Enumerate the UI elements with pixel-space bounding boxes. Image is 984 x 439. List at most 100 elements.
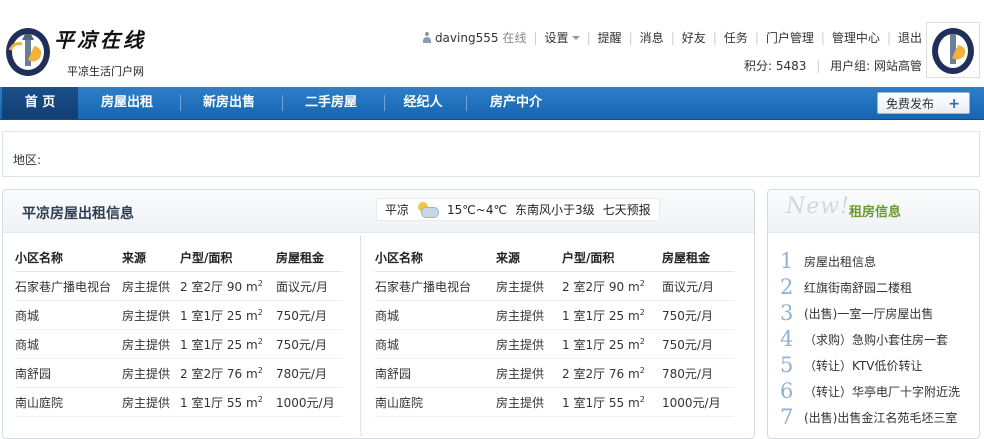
list-item-number: 7	[780, 405, 794, 429]
credits-link[interactable]: 积分: 5483	[744, 59, 806, 73]
nav-second-hand[interactable]: 二手房屋	[286, 87, 376, 119]
rent-cell: 1000元/月	[662, 387, 734, 417]
source-cell: 房主提供	[496, 300, 562, 330]
layout-cell-text: 1 室1厅 55 m	[562, 395, 640, 410]
admin-center-link[interactable]: 管理中心	[832, 29, 880, 46]
rent-cell-text: 1000元/月	[276, 395, 335, 410]
table-row[interactable]: 南山庭院 房主提供 1 室1厅 55 m2 1000元/月	[375, 387, 734, 417]
community-cell-text: 南山庭院	[15, 395, 64, 410]
community-cell[interactable]: 商城	[15, 300, 122, 330]
list-item[interactable]: 2 红旗街南舒园二楼租	[780, 272, 960, 298]
list-item-number: 6	[780, 379, 794, 403]
community-cell-text: 石家巷广播电视台	[375, 279, 472, 294]
source-cell-text: 房主提供	[496, 395, 545, 410]
nav-agency[interactable]: 房产中介	[470, 87, 562, 119]
table-row[interactable]: 南山庭院 房主提供 1 室1厅 55 m2 1000元/月	[15, 387, 342, 417]
list-item[interactable]: 3 (出售)一室一厅房屋出售	[780, 298, 960, 324]
plus-icon: +	[948, 96, 960, 112]
community-cell[interactable]: 南山庭院	[15, 387, 122, 417]
friends-link[interactable]: 好友	[682, 29, 706, 46]
nav-divider	[466, 95, 467, 111]
free-publish-button[interactable]: 免费发布 +	[877, 92, 970, 114]
area-unit-sup: 2	[639, 278, 645, 288]
table-row[interactable]: 南舒园 房主提供 2 室2厅 76 m2 780元/月	[15, 358, 342, 388]
community-cell[interactable]: 商城	[375, 329, 496, 359]
rent-cell-text: 750元/月	[662, 337, 713, 352]
table-row[interactable]: 商城 房主提供 1 室1厅 25 m2 750元/月	[15, 329, 342, 359]
list-item[interactable]: 5 （转让）KTV低价转让	[780, 350, 960, 376]
table-row[interactable]: 石家巷广播电视台 房主提供 2 室2厅 90 m2 面议元/月	[375, 271, 734, 301]
region-filter: 地区:	[2, 131, 980, 177]
layout-cell-text: 1 室1厅 25 m	[180, 337, 258, 352]
nav-rent[interactable]: 房屋出租	[82, 87, 172, 119]
list-item-link[interactable]: （转让）KTV低价转让	[804, 357, 922, 376]
layout-cell: 1 室1厅 25 m2	[562, 329, 662, 359]
source-cell: 房主提供	[496, 387, 562, 417]
area-unit-sup: 2	[257, 307, 263, 317]
tasks-link[interactable]: 任务	[724, 29, 748, 46]
settings-link[interactable]: 设置	[545, 29, 569, 46]
col-rent: 房屋租金	[662, 243, 734, 272]
rent-cell: 780元/月	[276, 358, 342, 388]
rent-cell: 面议元/月	[276, 271, 342, 301]
separator: |	[670, 30, 675, 45]
list-item[interactable]: 4 （求购）急购小套住房一套	[780, 324, 960, 350]
rent-cell-text: 780元/月	[276, 366, 327, 381]
reminder-link[interactable]: 提醒	[598, 29, 622, 46]
area-unit-sup: 2	[257, 394, 263, 404]
username-link[interactable]: daving555	[435, 31, 499, 45]
list-item[interactable]: 1 房屋出租信息	[780, 246, 960, 272]
rental-news-panel: New! 租房信息 1 房屋出租信息 2 红旗街南舒园二楼租 3 (出售)一室一厅房屋出售…	[767, 189, 980, 439]
rental-table-left: 小区名称 来源 户型/面积 房屋租金 石家巷广播电视台 房主提供 2 室2厅 90 …	[15, 243, 342, 417]
community-cell[interactable]: 南舒园	[375, 358, 496, 388]
forecast-link[interactable]: 七天预报	[603, 201, 651, 218]
source-cell: 房主提供	[496, 271, 562, 301]
separator: |	[712, 30, 717, 45]
list-item[interactable]: 6 （转让）华亭电厂十字附近洗	[780, 376, 960, 402]
user-icon	[422, 32, 432, 43]
rent-cell-text: 面议元/月	[662, 279, 715, 294]
side-title[interactable]: 租房信息	[849, 201, 901, 220]
rent-cell-text: 750元/月	[276, 308, 327, 323]
area-unit-sup: 2	[639, 365, 645, 375]
community-cell[interactable]: 石家巷广播电视台	[15, 271, 122, 301]
layout-cell-text: 1 室1厅 55 m	[180, 395, 258, 410]
col-source: 来源	[122, 243, 180, 272]
list-item-link[interactable]: 房屋出租信息	[804, 253, 876, 272]
nav-new-house[interactable]: 新房出售	[184, 87, 274, 119]
nav-agent[interactable]: 经纪人	[388, 87, 458, 119]
list-item[interactable]: 7 (出售)出售金江名苑毛坯三室	[780, 402, 960, 428]
source-cell: 房主提供	[122, 387, 180, 417]
table-row[interactable]: 商城 房主提供 1 室1厅 25 m2 750元/月	[15, 300, 342, 330]
community-cell[interactable]: 南舒园	[15, 358, 122, 388]
list-item-link[interactable]: (出售)出售金江名苑毛坯三室	[804, 409, 957, 428]
source-cell-text: 房主提供	[496, 308, 545, 323]
col-layout: 户型/面积	[180, 243, 276, 272]
community-cell[interactable]: 商城	[15, 329, 122, 359]
community-cell-text: 商城	[15, 337, 40, 352]
logout-link[interactable]: 退出	[898, 29, 922, 46]
community-cell[interactable]: 石家巷广播电视台	[375, 271, 496, 301]
weather-wind: 东南风小于3级	[514, 203, 595, 217]
community-cell[interactable]: 南山庭院	[375, 387, 496, 417]
layout-cell-text: 1 室1厅 25 m	[562, 337, 640, 352]
nav-home[interactable]: 首 页	[2, 87, 78, 119]
site-logo-icon[interactable]	[4, 20, 54, 78]
list-item-link[interactable]: （转让）华亭电厂十字附近洗	[804, 383, 960, 402]
table-row[interactable]: 石家巷广播电视台 房主提供 2 室2厅 90 m2 面议元/月	[15, 271, 342, 301]
portal-admin-link[interactable]: 门户管理	[766, 29, 814, 46]
user-group-link[interactable]: 用户组: 网站高管	[830, 59, 922, 73]
chevron-down-icon[interactable]	[571, 35, 580, 40]
site-name[interactable]: 平凉在线	[54, 24, 146, 53]
table-row[interactable]: 商城 房主提供 1 室1厅 25 m2 750元/月	[375, 300, 734, 330]
list-item-link[interactable]: （求购）急购小套住房一套	[804, 331, 948, 350]
avatar[interactable]	[926, 22, 980, 78]
messages-link[interactable]: 消息	[640, 29, 664, 46]
table-row[interactable]: 南舒园 房主提供 2 室2厅 76 m2 780元/月	[375, 358, 734, 388]
list-item-link[interactable]: 红旗街南舒园二楼租	[804, 279, 912, 298]
table-row[interactable]: 商城 房主提供 1 室1厅 25 m2 750元/月	[375, 329, 734, 359]
community-cell[interactable]: 商城	[375, 300, 496, 330]
source-cell-text: 房主提供	[122, 395, 171, 410]
rent-cell: 750元/月	[662, 329, 734, 359]
list-item-link[interactable]: (出售)一室一厅房屋出售	[804, 305, 933, 324]
